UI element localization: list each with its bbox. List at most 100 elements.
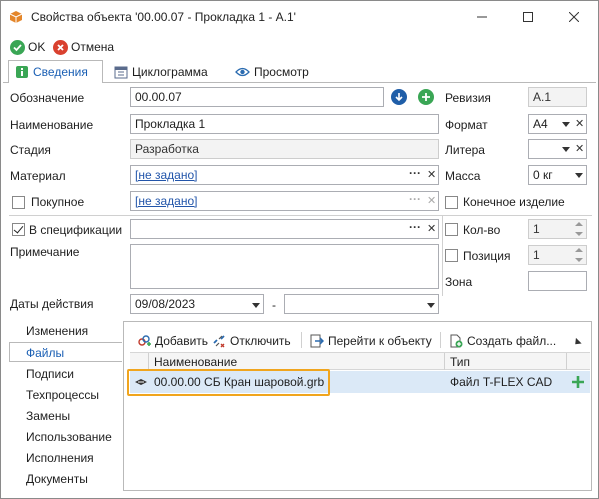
sidebar-item-label: Исполнения <box>26 451 94 465</box>
cancel-icon <box>53 39 68 55</box>
spinner-icon[interactable] <box>575 247 583 263</box>
date-to-select[interactable] <box>284 294 439 314</box>
in-spec-checkbox[interactable] <box>12 223 25 236</box>
zone-input[interactable] <box>528 271 587 291</box>
sidebar-item-label: Замены <box>26 409 71 423</box>
purchased-link[interactable]: [не задано] <box>130 191 439 211</box>
goto-object-button[interactable]: Перейти к объекту <box>310 332 432 350</box>
files-panel: Добавить Отключить Перейти к объекту Соз… <box>123 321 592 491</box>
column-type-header[interactable]: Тип <box>450 355 470 369</box>
tab-label: Циклограмма <box>132 64 208 79</box>
stage-label: Стадия <box>10 143 51 157</box>
material-value: [не задано] <box>135 168 198 182</box>
material-link[interactable]: [не задано] <box>130 165 439 185</box>
ok-button[interactable]: OK <box>10 38 45 56</box>
add-file-icon <box>138 335 151 346</box>
tab-bar: Сведения Циклограмма Просмотр <box>8 60 593 83</box>
purchased-value: [не задано] <box>135 194 198 208</box>
unlink-icon <box>213 335 225 348</box>
cancel-button[interactable]: Отмена <box>53 38 114 56</box>
sidebar-item-usage[interactable]: Использование <box>9 427 122 447</box>
create-file-button[interactable]: Создать файл... <box>449 332 556 350</box>
sidebar-item-label: Подписи <box>26 367 74 381</box>
sidebar-item-techprocesses[interactable]: Техпроцессы <box>9 385 122 405</box>
maximize-icon <box>523 12 533 22</box>
chevron-down-icon <box>427 303 435 308</box>
dates-label: Даты действия <box>10 297 94 311</box>
sidebar-item-replacements[interactable]: Замены <box>9 406 122 426</box>
purchased-checkbox[interactable] <box>12 196 25 209</box>
info-icon <box>16 66 28 78</box>
clear-icon[interactable]: ✕ <box>427 170 436 181</box>
sidebar-item-variants[interactable]: Исполнения <box>9 448 122 468</box>
app-icon <box>9 11 23 23</box>
checkmark-icon <box>10 39 25 55</box>
close-button[interactable] <box>551 1 597 33</box>
file-type-cell: Файл T-FLEX CAD <box>450 375 553 389</box>
create-file-label: Создать файл... <box>467 334 557 348</box>
date-separator: - <box>272 298 276 312</box>
calendar-icon <box>114 66 128 78</box>
add-file-label: Добавить <box>155 334 209 348</box>
sidebar-item-label: Техпроцессы <box>26 388 99 402</box>
sidebar-item-files[interactable]: Файлы <box>9 342 122 362</box>
title-bar: Свойства объекта '00.00.07 - Прокладка 1… <box>1 1 598 33</box>
toolbar-separator <box>301 332 302 348</box>
tab-preview[interactable]: Просмотр <box>229 60 315 83</box>
cancel-label: Отмена <box>71 40 115 54</box>
maximize-button[interactable] <box>505 1 551 33</box>
minimize-button[interactable] <box>459 1 505 33</box>
chevron-down-icon <box>562 122 570 127</box>
sidebar-item-changes[interactable]: Изменения <box>9 321 122 341</box>
add-file-button[interactable]: Добавить <box>137 332 208 350</box>
format-label: Формат <box>445 118 488 132</box>
detach-label: Отключить <box>230 334 291 348</box>
tab-info[interactable]: Сведения <box>8 60 103 83</box>
mass-label: Масса <box>445 169 481 183</box>
final-product-checkbox[interactable] <box>445 196 458 209</box>
column-name-header[interactable]: Наименование <box>154 355 237 369</box>
goto-object-label: Перейти к объекту <box>328 334 432 348</box>
overflow-icon[interactable] <box>572 337 582 348</box>
format-value: А4 <box>533 117 548 131</box>
toolbar-separator <box>440 332 441 348</box>
mass-value: 0 кг <box>533 168 553 182</box>
spinner-icon[interactable] <box>575 221 583 237</box>
detach-button[interactable]: Отключить <box>212 332 291 350</box>
properties-window: Свойства объекта '00.00.07 - Прокладка 1… <box>0 0 599 499</box>
sidebar-item-label: Документы <box>26 472 88 486</box>
designation-input[interactable]: 00.00.07 <box>130 87 384 107</box>
litera-label: Литера <box>445 143 485 157</box>
sidebar-item-documents[interactable]: Документы <box>9 469 122 489</box>
position-checkbox[interactable] <box>445 249 458 262</box>
header-divider <box>148 353 149 370</box>
chevron-down-icon <box>562 147 570 152</box>
sidebar-item-signatures[interactable]: Подписи <box>9 364 122 384</box>
date-from-value: 09/08/2023 <box>135 297 196 311</box>
in-spec-input[interactable] <box>130 219 439 239</box>
clear-icon[interactable]: ✕ <box>427 224 436 235</box>
clear-icon[interactable]: ✕ <box>575 119 584 130</box>
revision-field: А.1 <box>528 87 587 107</box>
column-separator <box>442 216 443 296</box>
sidebar-item-label: Использование <box>26 430 112 444</box>
note-textarea[interactable] <box>130 244 439 289</box>
date-from-select[interactable]: 09/08/2023 <box>130 294 264 314</box>
clear-icon[interactable]: ✕ <box>575 144 584 155</box>
designation-label: Обозначение <box>10 91 85 105</box>
add-icon[interactable] <box>571 375 585 389</box>
more-icon[interactable]: ··· <box>409 221 421 233</box>
add-circle-icon[interactable] <box>418 89 434 105</box>
arrow-down-icon[interactable] <box>391 89 407 105</box>
eye-icon <box>235 67 250 76</box>
chevron-down-icon <box>252 303 260 308</box>
quantity-checkbox[interactable] <box>445 223 458 236</box>
selection-highlight <box>127 369 330 396</box>
material-label: Материал <box>10 169 66 183</box>
more-icon: ··· <box>409 192 421 206</box>
tab-cyclogram[interactable]: Циклограмма <box>108 60 214 83</box>
more-icon[interactable]: ··· <box>409 167 421 179</box>
chevron-down-icon <box>575 173 583 178</box>
files-grid-header: Наименование Тип <box>130 352 590 370</box>
name-input[interactable]: Прокладка 1 <box>130 114 439 134</box>
